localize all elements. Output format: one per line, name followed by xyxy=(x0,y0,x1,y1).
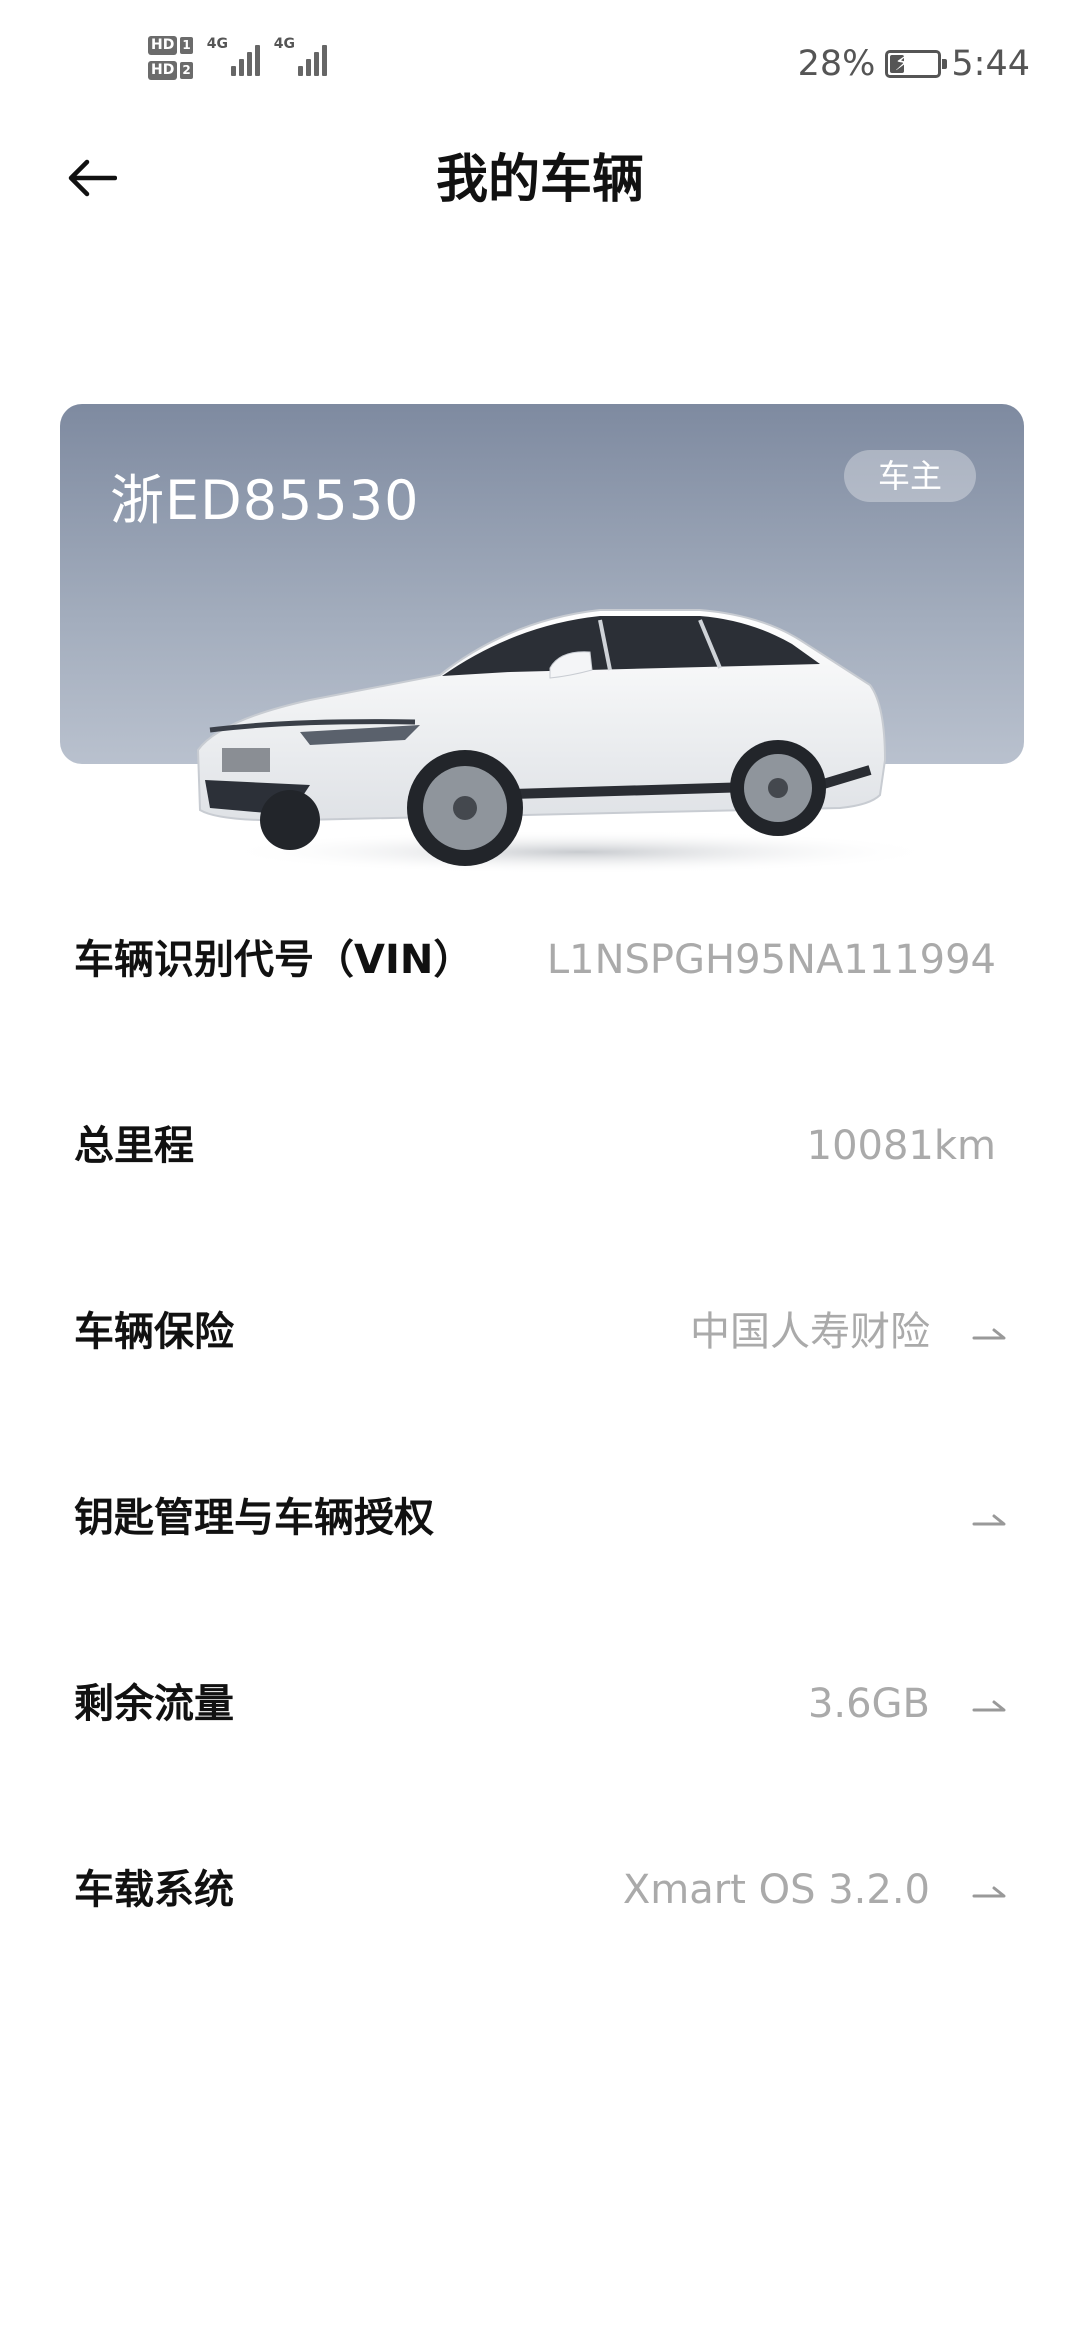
arrow-right-icon xyxy=(972,1328,1006,1340)
battery-percent: 28% xyxy=(797,44,876,84)
network-indicators: HD 1 HD 2 4G 4G xyxy=(148,36,327,80)
license-plate: 浙ED85530 xyxy=(110,469,420,532)
page-title: 我的车辆 xyxy=(435,150,644,210)
my-vehicle-page: HD 1 HD 2 4G 4G 28% ⚡ 5:44 我的车辆 浙ED85530… xyxy=(0,0,1080,2340)
vin-row: 车辆识别代号（VIN） L1NSPGH95NA111994 xyxy=(0,900,1080,1020)
data-balance-label: 剩余流量 xyxy=(74,1681,234,1727)
car-image xyxy=(196,609,940,874)
arrow-right-icon xyxy=(972,1514,1006,1526)
signal-2-icon: 4G xyxy=(274,36,327,76)
sim2-hd-icon: HD 2 xyxy=(148,61,193,80)
data-balance-row[interactable]: 剩余流量 3.6GB xyxy=(0,1644,1080,1764)
sim1-hd-icon: HD 1 xyxy=(148,36,193,55)
mileage-value: 10081km xyxy=(806,1123,996,1169)
data-balance-value: 3.6GB xyxy=(807,1681,930,1727)
status-right: 28% ⚡ 5:44 xyxy=(798,44,1030,84)
key-management-row[interactable]: 钥匙管理与车辆授权 xyxy=(0,1458,1080,1578)
clock: 5:44 xyxy=(951,44,1030,84)
top-app-bar: 我的车辆 xyxy=(0,130,1080,230)
battery-charging-icon: ⚡ xyxy=(885,50,948,78)
insurance-value: 中国人寿财险 xyxy=(690,1309,930,1355)
car-system-row[interactable]: 车载系统 Xmart OS 3.2.0 xyxy=(0,1830,1080,1950)
arrow-right-icon xyxy=(972,1700,1006,1712)
mileage-row: 总里程 10081km xyxy=(0,1086,1080,1206)
car-system-label: 车载系统 xyxy=(74,1867,234,1913)
insurance-row[interactable]: 车辆保险 中国人寿财险 xyxy=(0,1272,1080,1392)
status-bar: HD 1 HD 2 4G 4G 28% ⚡ 5:44 xyxy=(0,0,1080,130)
signal-1-icon: 4G xyxy=(207,36,260,76)
vin-label: 车辆识别代号（VIN） xyxy=(74,937,474,983)
vin-value: L1NSPGH95NA111994 xyxy=(546,937,996,983)
key-management-label: 钥匙管理与车辆授权 xyxy=(74,1495,434,1541)
arrow-right-icon xyxy=(972,1886,1006,1898)
mileage-label: 总里程 xyxy=(74,1123,194,1169)
owner-badge: 车主 xyxy=(844,450,976,502)
insurance-label: 车辆保险 xyxy=(74,1309,234,1355)
car-system-value: Xmart OS 3.2.0 xyxy=(622,1867,930,1913)
